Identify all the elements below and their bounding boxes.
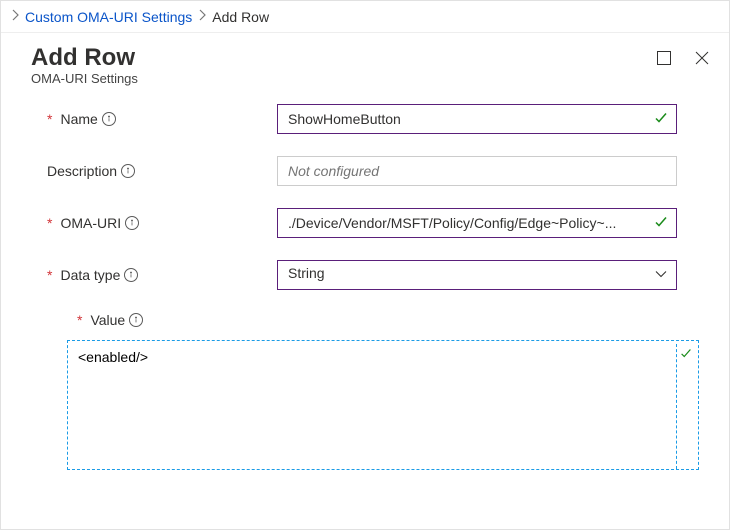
form: * Name Description: [1, 90, 729, 328]
description-label: Description: [47, 163, 277, 179]
data-type-label: * Data type: [47, 267, 277, 283]
name-label: * Name: [47, 111, 277, 127]
description-input[interactable]: [277, 156, 677, 186]
required-star-icon: *: [77, 312, 82, 328]
data-type-select[interactable]: String: [277, 260, 677, 290]
close-icon: [694, 50, 710, 66]
pane-header: Add Row OMA-URI Settings: [1, 33, 729, 90]
checkmark-icon: [679, 346, 693, 363]
name-input[interactable]: [277, 104, 677, 134]
breadcrumb-parent-link[interactable]: Custom OMA-URI Settings: [25, 9, 192, 25]
info-icon[interactable]: [129, 313, 143, 327]
value-textarea[interactable]: [67, 340, 699, 470]
close-button[interactable]: [693, 49, 711, 67]
breadcrumb-current: Add Row: [212, 9, 269, 25]
required-star-icon: *: [47, 215, 52, 231]
maximize-button[interactable]: [655, 49, 673, 67]
info-icon[interactable]: [121, 164, 135, 178]
required-star-icon: *: [47, 267, 52, 283]
breadcrumb: Custom OMA-URI Settings Add Row: [1, 1, 729, 33]
value-label: * Value: [77, 312, 143, 328]
maximize-icon: [657, 51, 671, 65]
oma-uri-input[interactable]: [277, 208, 677, 238]
oma-uri-label: * OMA-URI: [47, 215, 277, 231]
textarea-divider: [676, 344, 677, 469]
pane-title: Add Row: [31, 43, 655, 73]
pane-subtitle: OMA-URI Settings: [31, 71, 655, 86]
required-star-icon: *: [47, 111, 52, 127]
chevron-right-icon: [7, 7, 23, 26]
info-icon[interactable]: [125, 216, 139, 230]
info-icon[interactable]: [124, 268, 138, 282]
info-icon[interactable]: [102, 112, 116, 126]
chevron-right-icon: [194, 7, 210, 26]
